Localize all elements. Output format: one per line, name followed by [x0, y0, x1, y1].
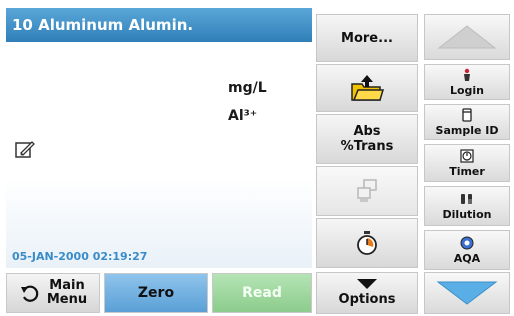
user-icon	[464, 68, 470, 81]
computer-transfer-icon	[357, 179, 377, 202]
edit-icon[interactable]	[14, 138, 36, 160]
abs-label: Abs	[353, 124, 381, 139]
chevron-down-icon	[357, 279, 377, 289]
dilution-vials-icon	[461, 193, 472, 204]
main-menu-label-line1: Main	[49, 278, 85, 293]
arrow-down-icon	[436, 281, 498, 305]
main-menu-label-line2: Menu	[46, 292, 88, 307]
timer-stopwatch-button[interactable]	[316, 218, 418, 268]
data-transfer-button	[316, 166, 418, 216]
date-time: 05-JAN-2000 02:19:27	[12, 250, 148, 263]
sample-vial-icon	[462, 107, 472, 122]
stopwatch-icon	[357, 231, 377, 255]
zero-button[interactable]: Zero	[104, 273, 208, 313]
method-title: 10 Aluminum Alumin.	[6, 8, 312, 42]
sample-id-button[interactable]: Sample ID	[424, 104, 510, 140]
more-button[interactable]: More...	[316, 14, 418, 62]
dilution-button[interactable]: Dilution	[424, 186, 510, 226]
species-label: Al³⁺	[228, 108, 258, 124]
abs-trans-toggle-button[interactable]: Abs %Trans	[316, 114, 418, 164]
login-label: Login	[449, 83, 485, 97]
timer-button[interactable]: Timer	[424, 144, 510, 182]
trans-label: %Trans	[340, 139, 394, 154]
login-button[interactable]: Login	[424, 64, 510, 100]
folder-upload-icon	[351, 75, 384, 101]
options-label: Options	[338, 292, 396, 307]
arrow-up-icon	[437, 25, 497, 49]
scroll-up-button[interactable]	[424, 14, 510, 60]
read-button[interactable]: Read	[212, 273, 312, 313]
scroll-down-button[interactable]	[424, 272, 510, 314]
aqa-label: AQA	[453, 251, 481, 265]
timer-label: Timer	[449, 164, 485, 178]
instrument-screen: 10 Aluminum Alumin. mg/L Al³⁺ 05-JAN-200…	[0, 0, 514, 316]
reading-display	[6, 42, 312, 268]
open-folder-button[interactable]	[316, 64, 418, 112]
sample-id-label: Sample ID	[435, 123, 499, 137]
unit-label: mg/L	[228, 80, 267, 96]
back-arrow-icon	[20, 285, 39, 302]
dilution-label: Dilution	[442, 207, 492, 221]
clock-icon	[460, 148, 474, 163]
options-button[interactable]: Options	[316, 272, 418, 314]
quality-badge-icon	[460, 236, 474, 249]
main-menu-button[interactable]: Main Menu	[6, 273, 100, 313]
aqa-button[interactable]: AQA	[424, 230, 510, 270]
